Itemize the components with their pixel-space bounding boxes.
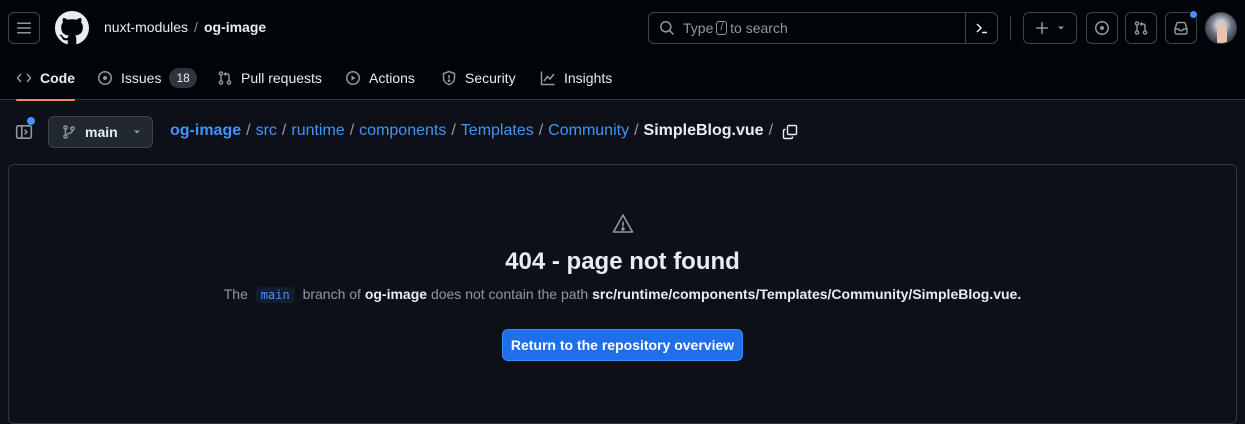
breadcrumb-item-runtime[interactable]: runtime bbox=[291, 122, 344, 139]
pull-requests-button[interactable] bbox=[1125, 12, 1157, 44]
issues-count-badge: 18 bbox=[169, 68, 197, 88]
breadcrumb-separator: / bbox=[246, 122, 251, 139]
desc-prefix: The bbox=[223, 286, 248, 302]
owner-link[interactable]: nuxt-modules bbox=[104, 19, 188, 35]
tab-code[interactable]: Code bbox=[16, 56, 75, 101]
tab-actions-label: Actions bbox=[369, 70, 415, 86]
avatar[interactable] bbox=[1205, 12, 1237, 44]
play-icon bbox=[346, 71, 360, 85]
file-tree-indicator-dot bbox=[27, 117, 35, 125]
sidebar-expand-icon bbox=[15, 125, 33, 139]
git-pull-request-icon bbox=[1134, 21, 1148, 35]
graph-icon bbox=[540, 71, 555, 86]
tab-security-label: Security bbox=[465, 70, 516, 86]
branch-code: main bbox=[255, 287, 295, 303]
breadcrumb-item-community[interactable]: Community bbox=[548, 122, 629, 139]
tab-code-label: Code bbox=[40, 70, 75, 86]
search-input[interactable]: Type / to search bbox=[648, 12, 998, 44]
search-placeholder-suffix: to search bbox=[730, 20, 788, 36]
issue-icon bbox=[98, 71, 112, 85]
branch-name: main bbox=[85, 124, 118, 140]
tab-insights[interactable]: Insights bbox=[540, 56, 612, 100]
top-bar: nuxt-modules / og-image Type / to search bbox=[0, 0, 1245, 56]
breadcrumb-separator: / bbox=[634, 122, 639, 139]
desc-mid2: does not contain the path bbox=[430, 286, 589, 302]
copy-icon bbox=[782, 124, 798, 140]
terminal-icon bbox=[975, 23, 987, 34]
breadcrumb-separator: / bbox=[349, 122, 355, 139]
context-separator: / bbox=[194, 19, 198, 35]
breadcrumb-separator: / bbox=[538, 122, 544, 139]
breadcrumb: og-image / src / runtime / components / Template… bbox=[170, 122, 778, 140]
issues-button[interactable] bbox=[1086, 12, 1118, 44]
breadcrumb-trailing-separator: / bbox=[768, 122, 774, 139]
return-to-repo-button[interactable]: Return to the repository overview bbox=[502, 329, 743, 361]
create-new-button[interactable] bbox=[1023, 12, 1077, 44]
code-icon bbox=[16, 73, 32, 83]
issue-opened-icon bbox=[1095, 21, 1109, 35]
tab-issues-label: Issues bbox=[121, 70, 162, 86]
triangle-down-icon bbox=[1058, 26, 1064, 30]
desc-repo: og-image bbox=[364, 286, 428, 302]
error-description: The main branch of og-image does not con… bbox=[0, 286, 1245, 303]
tab-actions[interactable]: Actions bbox=[345, 56, 415, 100]
tab-insights-label: Insights bbox=[564, 70, 613, 86]
shield-icon bbox=[442, 70, 456, 86]
pull-request-icon bbox=[218, 71, 232, 85]
desc-path: src/runtime/components/Templates/Communi… bbox=[592, 286, 1022, 302]
git-branch-icon bbox=[63, 125, 75, 139]
alert-icon bbox=[612, 214, 634, 233]
breadcrumb-item-templates[interactable]: Templates bbox=[461, 122, 534, 139]
avatar-figure bbox=[1217, 25, 1227, 43]
breadcrumb-separator: / bbox=[281, 122, 287, 139]
tab-issues[interactable]: Issues 18 bbox=[97, 56, 197, 100]
branch-selector[interactable]: main bbox=[48, 116, 153, 148]
file-path-bar: main og-image / src / runtime / components / Tem… bbox=[0, 100, 1245, 164]
search-icon bbox=[660, 21, 675, 36]
breadcrumb-file: SimpleBlog.vue bbox=[643, 122, 764, 139]
inbox-icon bbox=[1174, 21, 1188, 35]
hamburger-icon bbox=[17, 22, 31, 34]
breadcrumb-separator: / bbox=[451, 122, 456, 139]
tab-security[interactable]: Security bbox=[441, 56, 516, 100]
repo-nav-tabs: Code Issues 18 Pull requests Actions Sec… bbox=[0, 56, 1245, 101]
triangle-down-icon bbox=[133, 130, 140, 134]
repo-link[interactable]: og-image bbox=[204, 19, 266, 35]
repo-context: nuxt-modules / og-image bbox=[104, 19, 266, 35]
breadcrumb-item-components[interactable]: components bbox=[359, 122, 446, 139]
breadcrumb-item-repo[interactable]: og-image bbox=[170, 122, 241, 139]
github-logo-icon[interactable] bbox=[55, 11, 89, 45]
expand-file-tree-button[interactable] bbox=[12, 117, 36, 144]
menu-button[interactable] bbox=[8, 12, 40, 44]
error-title: 404 - page not found bbox=[505, 248, 740, 275]
command-palette-button[interactable] bbox=[965, 12, 997, 44]
header-divider bbox=[1010, 16, 1011, 40]
desc-mid: branch of bbox=[302, 286, 361, 302]
breadcrumb-item-src[interactable]: src bbox=[256, 122, 277, 139]
tab-pull-requests-label: Pull requests bbox=[241, 70, 322, 86]
tab-pull-requests[interactable]: Pull requests bbox=[217, 56, 322, 100]
search-placeholder-prefix: Type bbox=[683, 20, 714, 36]
global-header: nuxt-modules / og-image Type / to search bbox=[0, 0, 1245, 101]
search-slash-key: / bbox=[716, 21, 728, 35]
plus-icon bbox=[1036, 22, 1048, 34]
notification-dot bbox=[1189, 10, 1198, 19]
copy-path-button[interactable] bbox=[778, 120, 802, 144]
